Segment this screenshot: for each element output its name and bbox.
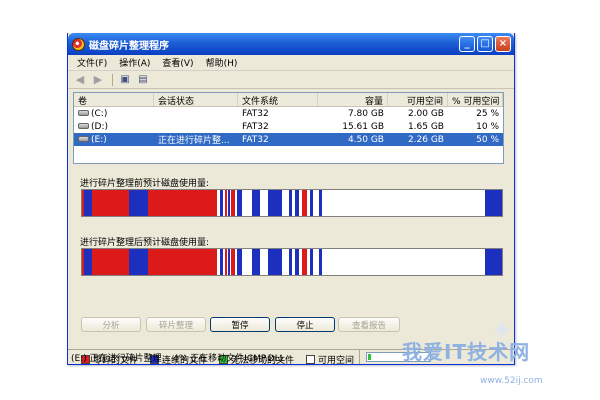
capacity: 7.80 GB [347, 108, 384, 119]
session-status: 正在进行碎片整... [158, 136, 230, 146]
menu-file[interactable]: 文件(F) [71, 56, 113, 69]
menu-bar: 文件(F) 操作(A) 查看(V) 帮助(H) [68, 55, 514, 71]
status-text: (E:) 正在进行碎片整理... 4% 正在移动文件ICMP.DLL [68, 350, 360, 364]
free-space: 1.65 GB [407, 121, 444, 132]
drive-icon [78, 136, 89, 142]
contiguous-cluster-block [129, 249, 148, 275]
maximize-button[interactable]: □ [477, 36, 493, 52]
column-capacity[interactable]: 容量 [318, 93, 388, 106]
defrag-app-icon [72, 37, 85, 51]
column-file-system[interactable]: 文件系统 [238, 93, 318, 106]
contiguous-cluster-block [237, 249, 242, 275]
fragmented-cluster-block [231, 249, 235, 275]
contiguous-cluster-block [319, 249, 322, 275]
contiguous-cluster-block [228, 249, 230, 275]
fragmented-cluster-block [92, 190, 129, 216]
site-watermark: ✦ 我爱IT技术网 www.52ij.com [380, 314, 595, 397]
watermark-title: 我爱IT技术网 [402, 340, 531, 364]
column-session-status[interactable]: 会话状态 [154, 93, 238, 106]
fragmented-cluster-block [148, 190, 217, 216]
contiguous-cluster-block [268, 249, 282, 275]
fragmented-cluster-block [225, 249, 227, 275]
volume-name: (D:) [91, 121, 108, 132]
volume-list-header: 卷 会话状态 文件系统 容量 可用空间 % 可用空间 [74, 93, 503, 107]
defrag-button[interactable]: 碎片整理 [146, 317, 206, 332]
capacity: 4.50 GB [347, 134, 384, 145]
contiguous-cluster-block [129, 190, 148, 216]
volume-name: (E:) [91, 134, 107, 145]
contiguous-cluster-block [485, 249, 502, 275]
menu-view[interactable]: 查看(V) [156, 56, 199, 69]
contiguous-cluster-block [310, 190, 313, 216]
volume-row-d[interactable]: (D:) FAT32 15.61 GB 1.65 GB 10 % [74, 120, 503, 133]
drive-icon [78, 110, 89, 116]
fragmented-cluster-block [92, 249, 129, 275]
defrag-window: 磁盘碎片整理程序 _ □ × 文件(F) 操作(A) 查看(V) 帮助(H) ◀… [67, 33, 515, 366]
contiguous-cluster-block [220, 190, 223, 216]
back-arrow-icon[interactable]: ◀ [72, 73, 88, 87]
progress-fill [368, 354, 371, 360]
contiguous-cluster-block [310, 249, 313, 275]
fragmented-cluster-block [302, 249, 307, 275]
column-percent-free[interactable]: % 可用空间 [448, 93, 503, 106]
fragmented-cluster-block [231, 190, 235, 216]
contiguous-cluster-block [319, 190, 322, 216]
percent-free: 25 % [476, 108, 499, 119]
forward-arrow-icon[interactable]: ▶ [90, 73, 106, 87]
close-button[interactable]: × [495, 36, 511, 52]
contiguous-cluster-block [295, 190, 299, 216]
drive-icon [78, 123, 89, 129]
before-usage-bar [81, 189, 503, 217]
watermark-url: www.52ij.com [480, 376, 543, 386]
contiguous-cluster-block [268, 190, 282, 216]
percent-free: 50 % [476, 134, 499, 145]
volume-row-c[interactable]: (C:) FAT32 7.80 GB 2.00 GB 25 % [74, 107, 503, 120]
contiguous-cluster-block [252, 190, 260, 216]
console-tree-icon[interactable]: ▣ [117, 73, 133, 87]
contiguous-cluster-block [84, 249, 92, 275]
file-system: FAT32 [242, 134, 269, 145]
contiguous-cluster-block [252, 249, 260, 275]
file-system: FAT32 [242, 108, 269, 119]
contiguous-cluster-block [295, 249, 299, 275]
toolbar: ◀ ▶ ▣ ▤ [68, 71, 514, 89]
capacity: 15.61 GB [342, 121, 384, 132]
minimize-button[interactable]: _ [459, 36, 475, 52]
percent-free: 10 % [476, 121, 499, 132]
contiguous-cluster-block [237, 190, 242, 216]
column-volume[interactable]: 卷 [74, 93, 154, 106]
contiguous-cluster-block [485, 190, 502, 216]
analyze-button[interactable]: 分析 [81, 317, 141, 332]
properties-icon[interactable]: ▤ [135, 73, 151, 87]
contiguous-cluster-block [220, 249, 223, 275]
toolbar-separator [112, 73, 113, 86]
title-bar[interactable]: 磁盘碎片整理程序 _ □ × [68, 33, 514, 55]
fragmented-cluster-block [225, 190, 227, 216]
volume-list[interactable]: 卷 会话状态 文件系统 容量 可用空间 % 可用空间 (C:) FAT32 7.… [73, 92, 504, 164]
after-usage-bar [81, 248, 503, 276]
menu-action[interactable]: 操作(A) [113, 56, 156, 69]
free-space: 2.00 GB [407, 108, 444, 119]
pause-button[interactable]: 暂停 [210, 317, 270, 332]
menu-help[interactable]: 帮助(H) [200, 56, 244, 69]
contiguous-cluster-block [289, 190, 292, 216]
contiguous-cluster-block [84, 190, 92, 216]
fragmented-cluster-block [148, 249, 217, 275]
file-system: FAT32 [242, 121, 269, 132]
before-usage-label: 进行碎片整理前预计磁盘使用量: [80, 179, 210, 189]
free-space: 2.26 GB [407, 134, 444, 145]
after-usage-label: 进行碎片整理后预计磁盘使用量: [80, 238, 210, 248]
stop-button[interactable]: 停止 [275, 317, 335, 332]
volume-row-e[interactable]: (E:) 正在进行碎片整... FAT32 4.50 GB 2.26 GB 50… [74, 133, 503, 146]
column-free-space[interactable]: 可用空间 [388, 93, 448, 106]
window-title: 磁盘碎片整理程序 [89, 40, 169, 52]
volume-name: (C:) [91, 108, 108, 119]
fragmented-cluster-block [302, 190, 307, 216]
contiguous-cluster-block [289, 249, 292, 275]
contiguous-cluster-block [228, 190, 230, 216]
